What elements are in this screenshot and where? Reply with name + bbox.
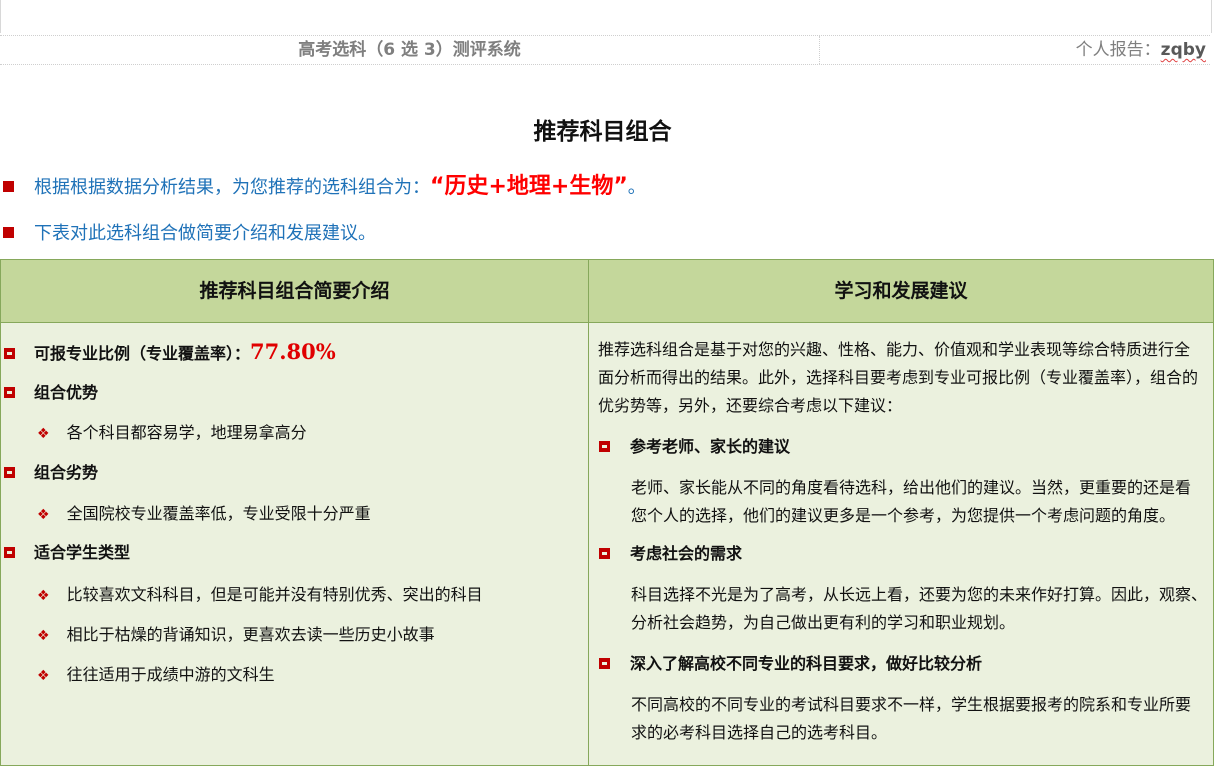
marker-icon — [4, 547, 15, 558]
coverage-row: 可报专业比例（专业覆盖率）：77.80% — [1, 339, 336, 365]
list-item: ❖ 往往适用于成绩中游的文科生 — [37, 665, 275, 684]
page-header: 高考选科（6 选 3）测评系统 个人报告：zqby — [0, 35, 1210, 65]
column-divider — [588, 323, 589, 765]
intro-line-1: 根据根据数据分析结果，为您推荐的选科组合为：“历史+地理+生物”。 — [0, 172, 646, 202]
student-type-title-row: 适合学生类型 — [1, 540, 130, 566]
list-item: ❖ 比较喜欢文科科目，但是可能并没有特别优秀、突出的科目 — [37, 585, 483, 604]
advice-intro: 推荐选科组合是基于对您的兴趣、性格、能力、价值观和学业表现等综合特质进行全 面分… — [598, 340, 1199, 415]
coverage-value: 77.80% — [250, 339, 336, 364]
advantages-title-row: 组合优势 — [1, 380, 98, 406]
table-header-advice: 学习和发展建议 — [589, 260, 1213, 323]
diamond-bullet-icon: ❖ — [37, 426, 50, 442]
system-title: 高考选科（6 选 3）测评系统 — [0, 36, 820, 64]
diamond-bullet-icon: ❖ — [37, 588, 50, 604]
marker-icon — [4, 467, 15, 478]
advice-item-title: 考虑社会的需求 — [599, 541, 742, 567]
advice-item-body: 科目选择不光是为了高考，从长远上看，还要为您的未来作好打算。因此，观察、 分析社… — [631, 585, 1208, 632]
intro-line-2-text: 下表对此选科组合做简要介绍和发展建议。 — [34, 223, 376, 244]
diamond-bullet-icon: ❖ — [37, 628, 50, 644]
advice-item-title: 参考老师、家长的建议 — [599, 434, 790, 460]
personal-report-label: 个人报告：zqby — [1076, 36, 1206, 64]
marker-icon — [4, 387, 15, 398]
page-top-margin — [0, 0, 1212, 33]
square-bullet-icon — [3, 227, 14, 238]
section-heading: 推荐科目组合 — [533, 119, 672, 145]
list-item: ❖ 相比于枯燥的背诵知识，更喜欢去读一些历史小故事 — [37, 625, 435, 644]
marker-icon — [599, 658, 610, 669]
disadvantages-title: 组合劣势 — [34, 463, 99, 482]
student-type-title: 适合学生类型 — [34, 543, 131, 562]
recommended-combo: “历史+地理+生物” — [430, 174, 628, 199]
report-label: 个人报告： — [1075, 40, 1161, 60]
list-item: ❖ 各个科目都容易学，地理易拿高分 — [37, 423, 307, 442]
advice-item-body: 老师、家长能从不同的角度看待选科，给出他们的建议。当然，更重要的还是看 您个人的… — [631, 478, 1192, 525]
marker-icon — [4, 348, 15, 359]
advice-item-body: 不同高校的不同专业的考试科目要求不一样，学生根据要报考的院系和专业所要 求的必考… — [631, 695, 1192, 742]
intro-line-1-prefix: 根据根据数据分析结果，为您推荐的选科组合为： — [34, 177, 430, 198]
list-item: ❖ 全国院校专业覆盖率低，专业受限十分严重 — [37, 504, 371, 523]
user-name: zqby — [1160, 40, 1206, 60]
square-bullet-icon — [3, 181, 14, 192]
coverage-label: 可报专业比例（专业覆盖率）： — [34, 344, 251, 363]
marker-icon — [599, 441, 610, 452]
diamond-bullet-icon: ❖ — [37, 668, 50, 684]
report-page: 高考选科（6 选 3）测评系统 个人报告：zqby 推荐科目组合 根据根据数据分… — [0, 0, 1217, 772]
combo-table: 推荐科目组合简要介绍 学习和发展建议 可报专业比例（专业覆盖率）：77.80% … — [0, 259, 1214, 766]
intro-line-2: 下表对此选科组合做简要介绍和发展建议。 — [0, 219, 376, 249]
diamond-bullet-icon: ❖ — [37, 507, 50, 523]
advice-item-title: 深入了解高校不同专业的科目要求，做好比较分析 — [599, 651, 982, 677]
intro-line-1-suffix: 。 — [627, 177, 646, 198]
marker-icon — [599, 548, 610, 559]
advantages-title: 组合优势 — [34, 383, 99, 402]
table-header-intro: 推荐科目组合简要介绍 — [1, 260, 589, 323]
disadvantages-title-row: 组合劣势 — [1, 460, 98, 486]
